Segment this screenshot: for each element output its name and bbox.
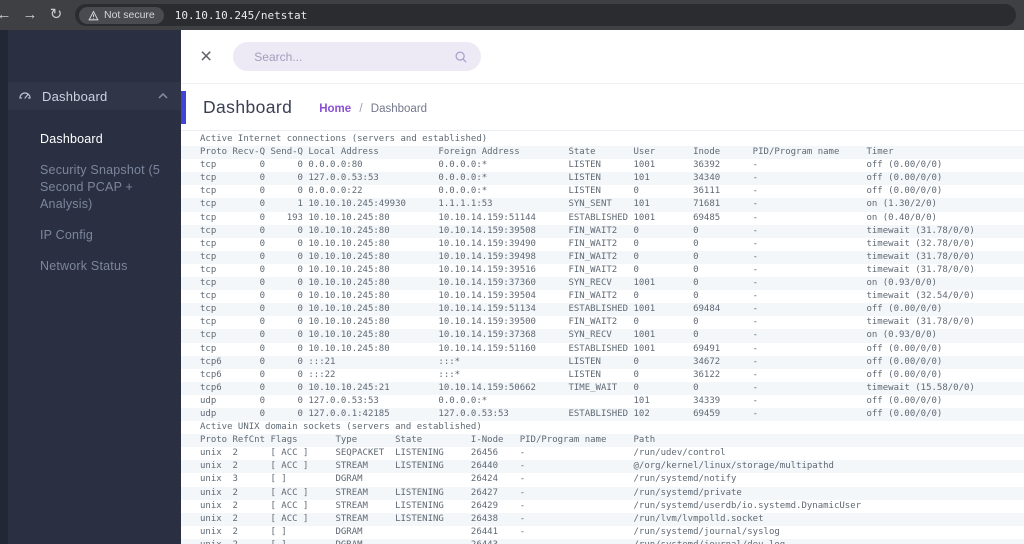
not-secure-badge[interactable]: Not secure (79, 6, 164, 24)
sidebar-item-dashboard-parent[interactable]: Dashboard (8, 82, 181, 110)
netstat-line: tcp 0 193 10.10.10.245:80 10.10.14.159:5… (200, 212, 937, 223)
breadcrumb: Home / Dashboard (319, 100, 427, 115)
search-icon[interactable] (454, 50, 468, 64)
page-title: Dashboard (203, 96, 293, 117)
netstat-line: tcp 0 0 0.0.0.0:22 0.0.0.0:* LISTEN 0 36… (200, 186, 943, 197)
netstat-line: tcp 0 1 10.10.10.245:49930 1.1.1.1:53 SY… (181, 198, 1024, 212)
chevron-up-icon (158, 93, 168, 99)
main-content: × Dashboard Home / Dashboard Active Int (181, 30, 1024, 544)
netstat-line: Active UNIX domain sockets (servers and … (200, 422, 482, 433)
netstat-line: tcp 0 0 10.10.10.245:80 10.10.14.159:395… (200, 264, 975, 275)
page-header: Dashboard Home / Dashboard (181, 84, 1024, 131)
not-secure-label: Not secure (104, 9, 155, 21)
search-bar[interactable] (233, 42, 482, 71)
reload-button[interactable]: ↻ (43, 0, 69, 30)
netstat-line: tcp 0 0 10.10.10.245:80 10.10.14.159:394… (181, 250, 1024, 264)
url-text[interactable]: 10.10.10.245/netstat (175, 9, 307, 22)
netstat-line: tcp6 0 0 :::22 :::* LISTEN 0 36122 - off… (200, 369, 943, 380)
sidebar-submenu: Dashboard Security Snapshot (5 Second PC… (8, 110, 181, 282)
netstat-line: udp 0 0 127.0.0.53:53 0.0.0.0:* 101 3433… (200, 395, 943, 406)
address-bar[interactable]: Not secure 10.10.10.245/netstat (75, 4, 1016, 26)
netstat-line: unix 2 [ ] DGRAM 26443 - /run/systemd/jo… (181, 538, 1024, 544)
netstat-line: unix 2 [ ACC ] STREAM LISTENING 26438 - … (181, 512, 1024, 526)
netstat-line: tcp6 0 0 :::21 :::* LISTEN 0 34672 - off… (181, 355, 1024, 369)
netstat-line: tcp 0 0 10.10.10.245:80 10.10.14.159:373… (181, 277, 1024, 291)
netstat-line: udp 0 0 127.0.0.1:42185 127.0.0.53:53 ES… (181, 407, 1024, 422)
netstat-line: unix 2 [ ACC ] SEQPACKET LISTENING 26456… (200, 448, 726, 459)
netstat-output: Active Internet connections (servers and… (181, 131, 1024, 544)
netstat-line: unix 2 [ ACC ] STREAM LISTENING 26429 - … (200, 500, 862, 511)
back-button[interactable]: ← (0, 0, 17, 30)
app-frame: Dashboard Dashboard Security Snapshot (5… (0, 30, 1024, 544)
close-icon[interactable]: × (200, 46, 212, 67)
netstat-line: unix 2 [ ACC ] STREAM LISTENING 26427 - … (181, 486, 1024, 500)
breadcrumb-home-link[interactable]: Home (319, 103, 351, 115)
forward-button[interactable]: → (17, 0, 43, 30)
netstat-line: tcp 0 0 10.10.10.245:80 10.10.14.159:511… (200, 343, 943, 354)
netstat-line: tcp 0 0 10.10.10.245:80 10.10.14.159:394… (200, 238, 975, 249)
sidebar-item-ip-config[interactable]: IP Config (8, 220, 181, 251)
topbar: × (181, 30, 1024, 84)
gauge-icon (17, 88, 33, 104)
netstat-line: tcp 0 0 10.10.10.245:80 10.10.14.159:395… (200, 291, 975, 302)
title-accent-bar (181, 91, 186, 124)
browser-toolbar: ← → ↻ Not secure 10.10.10.245/netstat (0, 0, 1024, 30)
breadcrumb-current: Dashboard (370, 102, 428, 115)
netstat-dashboard-page: { "browser": { "security_label": "Not se… (0, 0, 1024, 544)
sidebar-item-security-snapshot[interactable]: Security Snapshot (5 Second PCAP + Analy… (8, 155, 181, 220)
netstat-line: Active Internet connections (servers and… (200, 134, 488, 144)
netstat-line: unix 2 [ ACC ] STREAM LISTENING 26440 - … (181, 460, 1024, 474)
sidebar: Dashboard Dashboard Security Snapshot (5… (8, 30, 181, 544)
sidebar-edge-strip (0, 30, 8, 544)
netstat-line: tcp 0 0 0.0.0.0:80 0.0.0.0:* LISTEN 1001… (200, 160, 943, 171)
netstat-line: tcp 0 0 10.10.10.245:80 10.10.14.159:395… (181, 224, 1024, 238)
sidebar-item-dashboard[interactable]: Dashboard (8, 124, 181, 155)
netstat-line: Proto Recv-Q Send-Q Local Address Foreig… (181, 146, 1024, 160)
warning-icon (88, 9, 99, 20)
netstat-line: Proto RefCnt Flags Type State I-Node PID… (181, 434, 1024, 448)
netstat-line: tcp 0 0 127.0.0.53:53 0.0.0.0:* LISTEN 1… (181, 172, 1024, 186)
search-input[interactable] (254, 49, 455, 64)
sidebar-item-network-status[interactable]: Network Status (8, 251, 181, 282)
breadcrumb-separator: / (359, 102, 363, 115)
sidebar-parent-label: Dashboard (42, 88, 108, 104)
netstat-line: unix 3 [ ] DGRAM 26424 - /run/systemd/no… (200, 474, 737, 485)
netstat-line: tcp 0 0 10.10.10.245:80 10.10.14.159:373… (181, 329, 1024, 343)
netstat-line: tcp 0 0 10.10.10.245:80 10.10.14.159:395… (200, 317, 975, 328)
netstat-line: unix 2 [ ] DGRAM 26441 - /run/systemd/jo… (200, 526, 780, 537)
netstat-line: tcp6 0 0 10.10.10.245:21 10.10.14.159:50… (181, 381, 1024, 395)
netstat-line: tcp 0 0 10.10.10.245:80 10.10.14.159:511… (181, 303, 1024, 317)
